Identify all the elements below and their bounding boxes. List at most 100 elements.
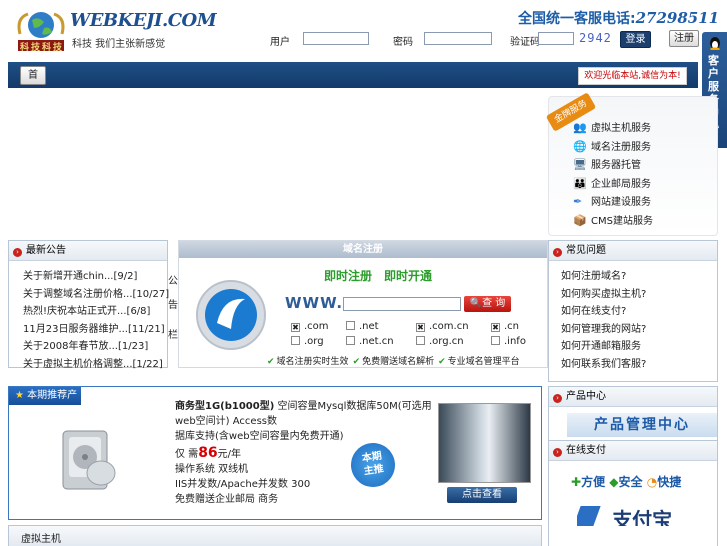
tld-label: .info xyxy=(504,336,526,347)
faq-item[interactable]: 如何在线支付? xyxy=(561,303,717,321)
product-center-banner[interactable]: 产品管理中心 xyxy=(567,413,717,437)
check-icon: ✔ xyxy=(438,357,446,367)
side-mark-2: 告 xyxy=(168,300,178,311)
tld-option[interactable]: ✖ .com.cn xyxy=(416,321,469,332)
tld-label: .org.cn xyxy=(429,336,464,347)
tld-option[interactable]: ✖ .cn xyxy=(491,321,519,332)
check-icon: ✔ xyxy=(267,357,275,367)
tld-checkbox[interactable] xyxy=(291,336,300,345)
gold-service-item[interactable]: 🌐 域名注册服务 xyxy=(573,138,653,157)
magnifier-icon: 🔍 xyxy=(469,298,483,309)
word-secure: 安全 xyxy=(618,475,643,489)
faq-item[interactable]: 如何注册域名? xyxy=(561,268,717,286)
hard-disk-icon xyxy=(62,430,116,490)
people-icon: 👪 xyxy=(573,176,587,190)
password-label: 密码 xyxy=(393,37,413,48)
tld-option[interactable]: ✖ .com xyxy=(291,321,329,332)
gold-service-item[interactable]: ✒ 网站建设服务 xyxy=(573,193,653,212)
faq-item[interactable]: 如何联系我们客服? xyxy=(561,356,717,374)
word-convenient: 方便 xyxy=(581,475,606,489)
faq-title: 常见问题 xyxy=(566,245,606,256)
payment-title: 在线支付 xyxy=(566,445,606,456)
product-desc-4: 操作系统 双线机 xyxy=(175,464,249,475)
gold-service-item[interactable]: 🖥 服务器托管 xyxy=(573,156,653,175)
tld-checkbox[interactable]: ✖ xyxy=(491,323,500,332)
username-input[interactable] xyxy=(303,32,369,45)
tld-checkbox[interactable] xyxy=(416,336,425,345)
logo[interactable]: 科技科技 xyxy=(14,6,68,53)
password-input[interactable] xyxy=(424,32,492,45)
view-details-button[interactable]: 点击查看 xyxy=(447,487,517,503)
tld-label: .net.cn xyxy=(359,336,394,347)
gold-service-panel: 金牌服务 👥 虚拟主机服务 🌐 域名注册服务 🖥 服务器托管 👪 企业邮局服务 ✒ 网站建设服务 📦… xyxy=(545,92,718,236)
product-center-title: 产品中心 xyxy=(566,391,606,402)
gold-service-label: 服务器托管 xyxy=(591,160,641,171)
price-unit: 元/年 xyxy=(217,449,242,460)
side-mark-3: 栏 xyxy=(168,330,178,341)
plus-icon: ✚ xyxy=(571,475,582,489)
box-icon: 📦 xyxy=(573,213,587,227)
tld-option[interactable]: .net.cn xyxy=(346,336,394,347)
domain-header: 域名注册 xyxy=(179,241,547,258)
payment-banner[interactable]: ✚方便 ◆安全 ◔快捷 xyxy=(571,473,717,490)
home-button[interactable]: 首 xyxy=(20,66,46,85)
star-icon: ★ xyxy=(15,390,24,401)
product-desc-5: IIS并发数/Apache并发数 300 xyxy=(175,479,311,490)
domain-feature: 域名注册实时生效 xyxy=(276,357,349,367)
alipay-logo[interactable]: 支付宝 xyxy=(577,506,717,526)
check-icon: ✔ xyxy=(352,357,361,367)
alipay-mark-icon xyxy=(577,506,601,526)
tld-label: .com xyxy=(304,321,329,332)
product-name: 商务型1G(b1000型) xyxy=(175,401,275,412)
gold-service-item[interactable]: 👥 虚拟主机服务 xyxy=(573,119,653,138)
tld-checkbox[interactable] xyxy=(346,321,355,330)
faq-item[interactable]: 如何开通邮箱服务 xyxy=(561,338,717,356)
gold-service-item[interactable]: 👪 企业邮局服务 xyxy=(573,175,653,194)
gold-service-item[interactable]: 📦 CMS建站服务 xyxy=(573,212,653,231)
product-desc-6: 免费赠送企业邮局 商务 xyxy=(175,494,279,505)
news-item[interactable]: 热烈!庆祝本站正式开...[6/8] xyxy=(23,303,167,321)
payment-panel: › 在线支付 ✚方便 ◆安全 ◔快捷 支付宝 xyxy=(548,440,718,546)
word-fast: 快捷 xyxy=(657,475,682,489)
tagline: 科技 我们主张新感觉 xyxy=(72,39,166,50)
tld-option[interactable]: .org xyxy=(291,336,324,347)
arrow-icon: › xyxy=(553,248,562,257)
faq-item[interactable]: 如何购买虚拟主机? xyxy=(561,286,717,304)
domain-search-button[interactable]: 🔍查 询 xyxy=(464,296,511,312)
news-item[interactable]: 11月23日服务器维护...[11/21] xyxy=(23,321,167,339)
penguin-icon xyxy=(710,37,720,50)
product-desc-1: 商务型1G(b1000型) 空间容量Mysql数据库50M(可选用web空间计)… xyxy=(175,399,435,429)
gold-service-label: 企业邮局服务 xyxy=(591,178,651,190)
tld-checkbox[interactable] xyxy=(491,336,500,345)
tld-checkbox[interactable]: ✖ xyxy=(291,323,300,332)
arrow-icon: › xyxy=(13,248,22,257)
logo-wordmark: WEBKEJI.COM xyxy=(70,10,217,31)
arrow-icon: › xyxy=(553,394,562,403)
slogan-instant-open: 即时开通 xyxy=(384,269,433,283)
news-item[interactable]: 关于调整域名注册价格...[10/27] xyxy=(23,286,169,304)
captcha-label: 验证码 xyxy=(510,37,540,48)
tld-option[interactable]: .info xyxy=(491,336,526,347)
tld-option[interactable]: .net xyxy=(346,321,379,332)
tld-label: .cn xyxy=(504,321,520,332)
news-item[interactable]: 关于新增开通chin...[9/2] xyxy=(23,268,167,286)
gold-service-label: 虚拟主机服务 xyxy=(591,123,651,134)
tld-checkbox[interactable] xyxy=(346,336,355,345)
news-item[interactable]: 关于2008年春节放...[1/23] xyxy=(23,338,167,356)
register-button[interactable]: 注册 xyxy=(669,30,699,47)
notice-marquee[interactable]: 欢迎光临本站,诚信为本! xyxy=(578,67,687,85)
hosting-panel: 虚拟主机 xyxy=(8,525,542,546)
login-button[interactable]: 登录 xyxy=(620,31,651,48)
pen-icon: ✒ xyxy=(573,195,583,208)
tld-checkbox[interactable]: ✖ xyxy=(416,323,425,332)
price-prefix: 仅 需 xyxy=(175,449,199,460)
domain-input[interactable] xyxy=(343,297,461,311)
captcha-input[interactable] xyxy=(538,32,574,45)
tld-label: .net xyxy=(359,321,379,332)
gold-service-label: CMS建站服务 xyxy=(591,215,653,227)
side-mark-1: 公 xyxy=(168,276,178,287)
news-title: 最新公告 xyxy=(26,245,66,256)
news-item[interactable]: 关于虚拟主机价格调整...[1/22] xyxy=(23,356,167,374)
tld-option[interactable]: .org.cn xyxy=(416,336,464,347)
faq-item[interactable]: 如何管理我的网站? xyxy=(561,321,717,339)
